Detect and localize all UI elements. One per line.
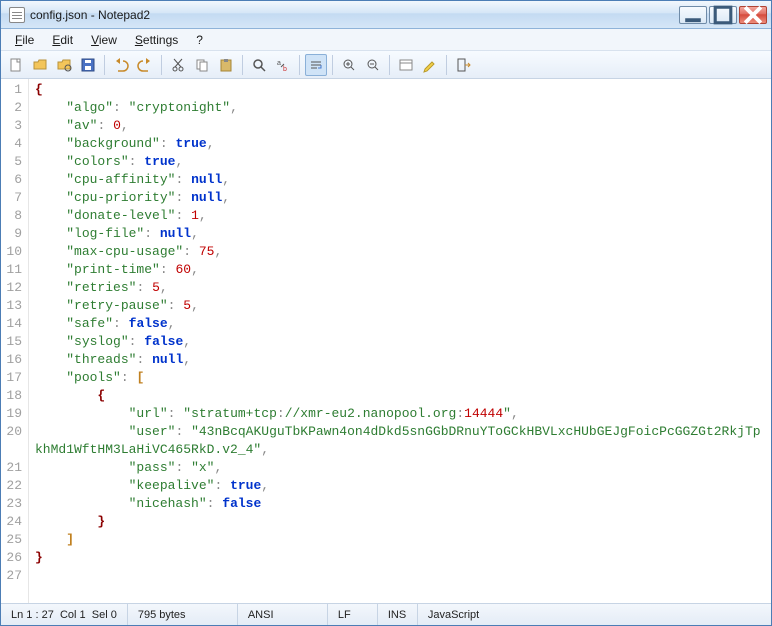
code-line[interactable]: "threads": null, xyxy=(35,351,765,369)
code-line[interactable]: "av": 0, xyxy=(35,117,765,135)
exit-icon[interactable] xyxy=(452,54,474,76)
code-line[interactable]: "algo": "cryptonight", xyxy=(35,99,765,117)
code-line[interactable]: "pass": "x", xyxy=(35,459,765,477)
highlight-icon[interactable] xyxy=(419,54,441,76)
new-icon[interactable] xyxy=(5,54,27,76)
editor[interactable]: 1234567891011121314151617181920212223242… xyxy=(1,79,771,603)
code-line[interactable]: "colors": true, xyxy=(35,153,765,171)
zoomin-icon[interactable] xyxy=(338,54,360,76)
minimize-button[interactable] xyxy=(679,6,707,24)
code-line[interactable]: } xyxy=(35,513,765,531)
status-ins[interactable]: INS xyxy=(378,604,418,625)
line-number: 8 xyxy=(5,207,22,225)
svg-text:b: b xyxy=(283,66,287,73)
code-line[interactable]: ] xyxy=(35,531,765,549)
code-line[interactable] xyxy=(35,567,765,585)
line-gutter: 1234567891011121314151617181920212223242… xyxy=(1,79,29,603)
line-number: 16 xyxy=(5,351,22,369)
code-line[interactable]: "cpu-priority": null, xyxy=(35,189,765,207)
replace-icon[interactable]: ab xyxy=(272,54,294,76)
line-number: 21 xyxy=(5,459,22,477)
line-number: 7 xyxy=(5,189,22,207)
line-number: 2 xyxy=(5,99,22,117)
line-number: 27 xyxy=(5,567,22,585)
status-eol[interactable]: LF xyxy=(328,604,378,625)
svg-text:a: a xyxy=(277,60,281,67)
window-title: config.json - Notepad2 xyxy=(30,8,679,22)
line-number: 19 xyxy=(5,405,22,423)
code-line[interactable]: "keepalive": true, xyxy=(35,477,765,495)
app-icon xyxy=(9,7,25,23)
line-number: 5 xyxy=(5,153,22,171)
code-line[interactable]: { xyxy=(35,387,765,405)
line-number: 25 xyxy=(5,531,22,549)
code-line[interactable]: "background": true, xyxy=(35,135,765,153)
paste-icon[interactable] xyxy=(215,54,237,76)
open-icon[interactable] xyxy=(29,54,51,76)
code-line[interactable]: "donate-level": 1, xyxy=(35,207,765,225)
find-icon[interactable] xyxy=(248,54,270,76)
menu-help[interactable]: ? xyxy=(188,31,211,49)
scheme-icon[interactable] xyxy=(395,54,417,76)
line-number: 20 xyxy=(5,423,22,459)
line-number: 22 xyxy=(5,477,22,495)
code-line[interactable]: "url": "stratum+tcp://xmr-eu2.nanopool.o… xyxy=(35,405,765,423)
line-number: 12 xyxy=(5,279,22,297)
code-line[interactable]: "max-cpu-usage": 75, xyxy=(35,243,765,261)
copy-icon[interactable] xyxy=(191,54,213,76)
code-line[interactable]: { xyxy=(35,81,765,99)
line-number: 10 xyxy=(5,243,22,261)
statusbar: Ln 1 : 27 Col 1 Sel 0 795 bytes ANSI LF … xyxy=(1,603,771,625)
code-line[interactable]: "log-file": null, xyxy=(35,225,765,243)
code-line[interactable]: "retry-pause": 5, xyxy=(35,297,765,315)
save-icon[interactable] xyxy=(77,54,99,76)
line-number: 3 xyxy=(5,117,22,135)
code-line[interactable]: } xyxy=(35,549,765,567)
line-number: 14 xyxy=(5,315,22,333)
line-number: 4 xyxy=(5,135,22,153)
wordwrap-icon[interactable] xyxy=(305,54,327,76)
app-window: config.json - Notepad2 File Edit View Se… xyxy=(0,0,772,626)
code-line[interactable]: "user": "43nBcqAKUguTbKPawn4on4dDkd5snGG… xyxy=(35,423,765,459)
line-number: 24 xyxy=(5,513,22,531)
line-number: 11 xyxy=(5,261,22,279)
line-number: 13 xyxy=(5,297,22,315)
cut-icon[interactable] xyxy=(167,54,189,76)
code-line[interactable]: "syslog": false, xyxy=(35,333,765,351)
code-area[interactable]: { "algo": "cryptonight", "av": 0, "backg… xyxy=(29,79,771,603)
line-number: 6 xyxy=(5,171,22,189)
menu-edit[interactable]: Edit xyxy=(44,31,81,49)
browse-icon[interactable] xyxy=(53,54,75,76)
line-number: 17 xyxy=(5,369,22,387)
menubar: File Edit View Settings ? xyxy=(1,29,771,51)
close-button[interactable] xyxy=(739,6,767,24)
line-number: 18 xyxy=(5,387,22,405)
zoomout-icon[interactable] xyxy=(362,54,384,76)
status-pos[interactable]: Ln 1 : 27 Col 1 Sel 0 xyxy=(1,604,128,625)
titlebar[interactable]: config.json - Notepad2 xyxy=(1,1,771,29)
menu-file[interactable]: File xyxy=(7,31,42,49)
menu-settings[interactable]: Settings xyxy=(127,31,186,49)
code-line[interactable]: "print-time": 60, xyxy=(35,261,765,279)
undo-icon[interactable] xyxy=(110,54,132,76)
status-lang[interactable]: JavaScript xyxy=(418,604,771,625)
line-number: 23 xyxy=(5,495,22,513)
code-line[interactable]: "retries": 5, xyxy=(35,279,765,297)
line-number: 26 xyxy=(5,549,22,567)
status-enc[interactable]: ANSI xyxy=(238,604,328,625)
code-line[interactable]: "pools": [ xyxy=(35,369,765,387)
line-number: 15 xyxy=(5,333,22,351)
menu-view[interactable]: View xyxy=(83,31,125,49)
maximize-button[interactable] xyxy=(709,6,737,24)
code-line[interactable]: "cpu-affinity": null, xyxy=(35,171,765,189)
line-number: 1 xyxy=(5,81,22,99)
code-line[interactable]: "safe": false, xyxy=(35,315,765,333)
toolbar: ab xyxy=(1,51,771,79)
line-number: 9 xyxy=(5,225,22,243)
status-bytes[interactable]: 795 bytes xyxy=(128,604,238,625)
code-line[interactable]: "nicehash": false xyxy=(35,495,765,513)
redo-icon[interactable] xyxy=(134,54,156,76)
